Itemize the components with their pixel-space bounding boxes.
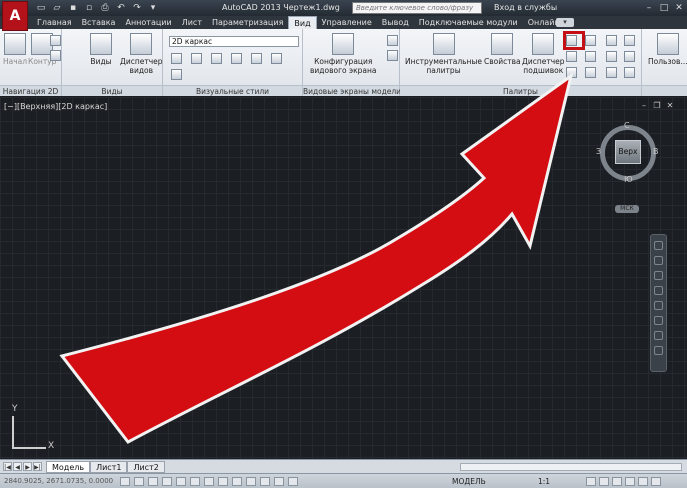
application-menu-button[interactable]: A [2, 1, 28, 31]
pointer-arrow [59, 72, 574, 444]
command-line-highlight [563, 31, 585, 50]
